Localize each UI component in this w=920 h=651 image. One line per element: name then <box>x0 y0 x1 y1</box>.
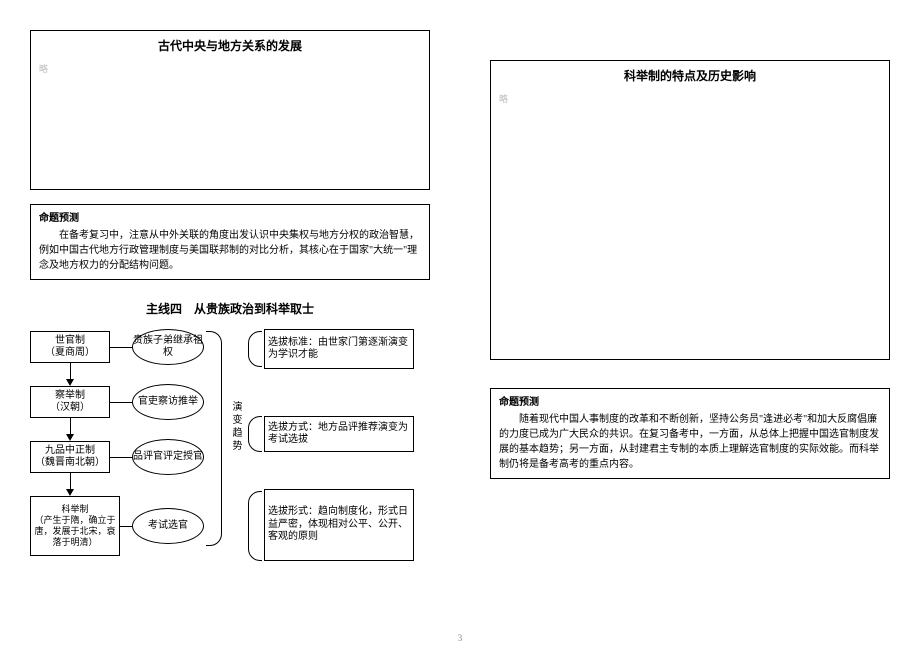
stage-box-2: 察举制 （汉朝） <box>30 386 110 418</box>
left-prediction-title: 命题预测 <box>39 211 421 226</box>
stage-1-name: 世官制 <box>34 335 106 348</box>
diagram: 世官制 （夏商周） 察举制 （汉朝） 九品中正制 （魏晋南北朝） 科举制 （产生… <box>30 331 440 581</box>
axis-label: 演变趋势 <box>228 401 243 453</box>
stage-4-era: （产生于隋，确立于唐，发展于北宋，衰落于明清） <box>34 515 116 549</box>
stage-3-era: （魏晋南北朝） <box>34 457 106 470</box>
stage-box-1: 世官制 （夏商周） <box>30 331 110 363</box>
method-oval-1: 贵族子弟继承祖权 <box>132 329 204 365</box>
right-topic-box: 科举制的特点及历史影响 略 <box>490 60 890 360</box>
stage-1-era: （夏商周） <box>34 347 106 360</box>
brace-icon <box>206 331 222 546</box>
trend-box-3: 选拔形式：趋向制度化，形式日益严密，体现相对公平、公开、客观的原则 <box>264 489 414 561</box>
method-3: 品评官评定授官 <box>133 451 203 463</box>
trend-1: 选拔标准：由世家门第逐渐演变为学识才能 <box>268 337 410 362</box>
right-topic-title: 科举制的特点及历史影响 <box>491 61 889 88</box>
stage-box-4: 科举制 （产生于隋，确立于唐，发展于北宋，衰落于明清） <box>30 496 120 556</box>
left-prediction-body: 在备考复习中，注意从中外关联的角度出发认识中央集权与地方分权的政治智慧，例如中国… <box>39 228 421 273</box>
trend-2: 选拔方式：地方品评推荐演变为考试选拔 <box>268 422 410 447</box>
method-oval-4: 考试选官 <box>132 508 204 544</box>
thread-title: 主线四 从贵族政治到科举取士 <box>30 300 430 317</box>
method-oval-3: 品评官评定授官 <box>132 439 204 475</box>
stage-box-3: 九品中正制 （魏晋南北朝） <box>30 441 110 473</box>
method-1: 贵族子弟继承祖权 <box>133 335 203 359</box>
stage-2-era: （汉朝） <box>34 402 106 415</box>
stage-3-name: 九品中正制 <box>34 445 106 458</box>
trend-box-1: 选拔标准：由世家门第逐渐演变为学识才能 <box>264 329 414 369</box>
left-prediction-box: 命题预测 在备考复习中，注意从中外关联的角度出发认识中央集权与地方分权的政治智慧… <box>30 204 430 280</box>
stage-4-name: 科举制 <box>34 504 116 515</box>
right-prediction-title: 命题预测 <box>499 395 881 410</box>
page-number: 3 <box>458 633 463 643</box>
right-prediction-body: 随着现代中国人事制度的改革和不断创新，坚持公务员"逢进必考"和加大反腐倡廉的力度… <box>499 412 881 472</box>
left-topic-body: 略 <box>31 58 429 83</box>
method-oval-2: 官吏察访推举 <box>132 384 204 420</box>
stage-2-name: 察举制 <box>34 390 106 403</box>
left-topic-box: 古代中央与地方关系的发展 略 <box>30 30 430 190</box>
right-topic-body: 略 <box>491 88 889 113</box>
trend-box-2: 选拔方式：地方品评推荐演变为考试选拔 <box>264 416 414 452</box>
method-2: 官吏察访推举 <box>133 396 203 408</box>
method-4: 考试选官 <box>133 520 203 532</box>
left-topic-title: 古代中央与地方关系的发展 <box>31 31 429 58</box>
right-prediction-box: 命题预测 随着现代中国人事制度的改革和不断创新，坚持公务员"逢进必考"和加大反腐… <box>490 388 890 479</box>
trend-3: 选拔形式：趋向制度化，形式日益严密，体现相对公平、公开、客观的原则 <box>268 506 410 544</box>
